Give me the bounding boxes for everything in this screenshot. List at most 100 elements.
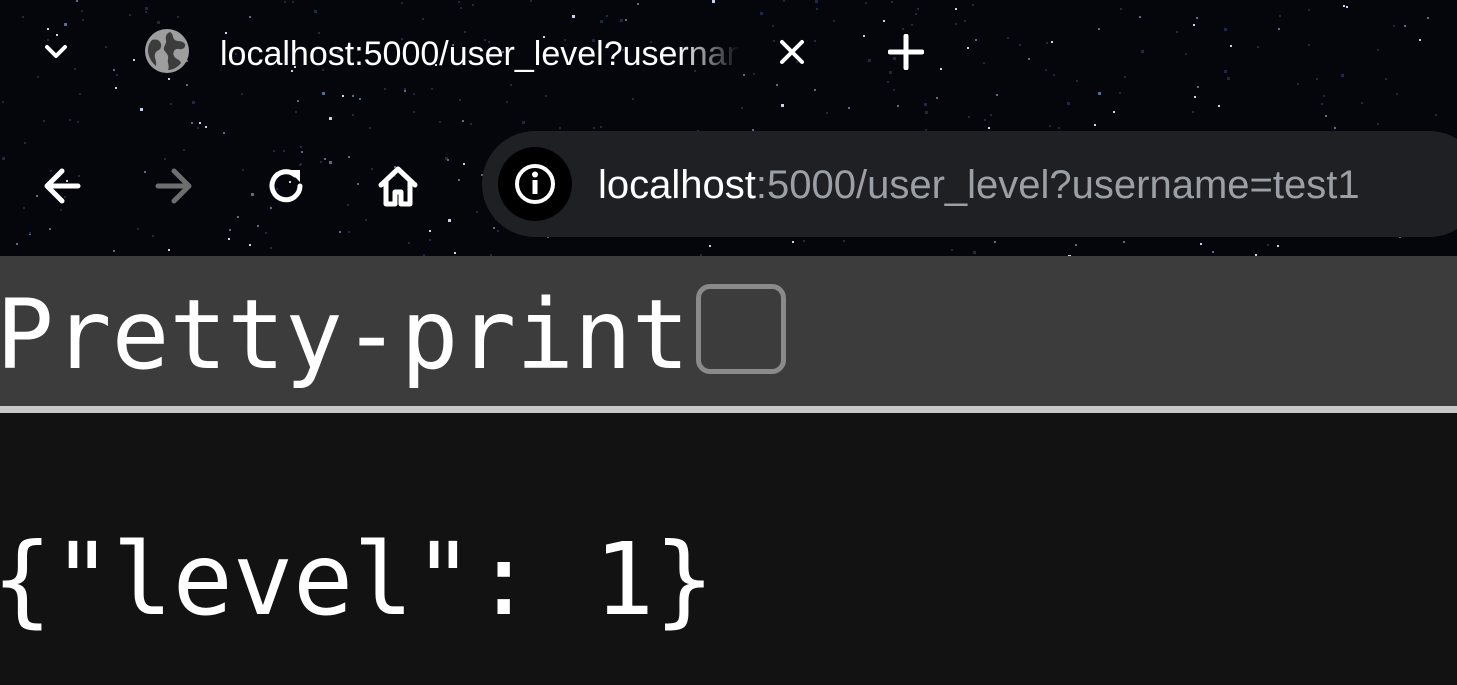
star [1279,15,1281,17]
star [79,93,81,95]
star [1123,241,1125,243]
star [439,121,441,123]
star [897,105,899,107]
star [329,117,332,120]
star [1257,46,1259,48]
new-tab-button[interactable] [882,28,930,76]
tab-close-button[interactable] [770,30,814,74]
close-icon [780,40,804,64]
star [1120,8,1122,10]
star [365,219,367,221]
star [781,104,784,107]
star [1075,244,1077,246]
star [972,4,974,6]
star [955,23,957,25]
star [192,101,195,104]
star [1067,102,1070,105]
url-text[interactable]: localhost:5000/user_level?username=test1 [598,161,1360,209]
forward-arrow-icon [155,168,192,204]
star [22,16,24,18]
star [145,7,148,10]
star [357,183,359,185]
star [144,171,146,173]
star [1224,28,1227,31]
star [983,62,985,64]
star [1094,124,1096,126]
star [996,94,998,96]
star [1098,92,1101,95]
forward-button[interactable] [148,160,200,212]
star [105,46,107,48]
star [1435,114,1437,116]
star [848,107,850,109]
star [404,90,406,92]
star [348,231,350,233]
star [975,39,977,41]
star [1277,245,1279,247]
star [257,225,259,227]
star [967,47,969,49]
star [1224,70,1227,73]
star [43,120,45,122]
star [600,126,602,128]
site-info-button[interactable] [498,147,572,221]
star [369,127,371,129]
star [462,120,464,122]
star [637,3,639,5]
pretty-print-bar: Pretty-print [0,256,1457,413]
star [814,89,816,91]
star [868,59,871,62]
tab-list-button[interactable] [34,30,78,74]
star [1058,127,1060,129]
star [273,150,275,152]
star [352,95,354,97]
star [129,14,131,16]
star [476,211,478,213]
star [990,114,992,116]
reload-button[interactable] [260,160,312,212]
info-icon [515,164,555,204]
star [64,23,67,26]
star [113,250,115,252]
star [300,146,302,148]
back-arrow-icon [44,168,81,204]
star [1343,5,1345,7]
star [1124,76,1126,78]
star [1346,6,1348,8]
star [863,35,865,37]
star [865,2,867,4]
star [1396,93,1398,95]
star [265,232,267,234]
star [458,179,460,181]
back-button[interactable] [36,160,88,212]
star [530,0,532,2]
star [1341,74,1344,77]
star [632,98,634,100]
star [292,1,294,3]
star [237,216,239,218]
star [1139,16,1141,18]
star [1028,58,1030,60]
star [1193,24,1195,26]
tab-active[interactable]: localhost:5000/user_level?username=test1 [128,18,848,86]
star [413,93,415,95]
star [384,88,386,90]
star [413,111,415,113]
star [1007,37,1009,39]
star [1308,9,1310,11]
star [741,107,743,109]
star [199,122,201,124]
pretty-print-checkbox[interactable] [696,284,786,374]
star [408,242,410,244]
home-button[interactable] [372,160,424,212]
star [137,228,139,230]
star [342,95,344,97]
address-bar[interactable]: localhost:5000/user_level?username=test1 [482,131,1457,237]
star [1334,127,1336,129]
star [228,238,230,240]
tab-title: localhost:5000/user_level?username=test1 [220,35,740,73]
star [223,132,225,134]
star [559,127,561,129]
star [1049,125,1051,127]
star [16,243,18,245]
